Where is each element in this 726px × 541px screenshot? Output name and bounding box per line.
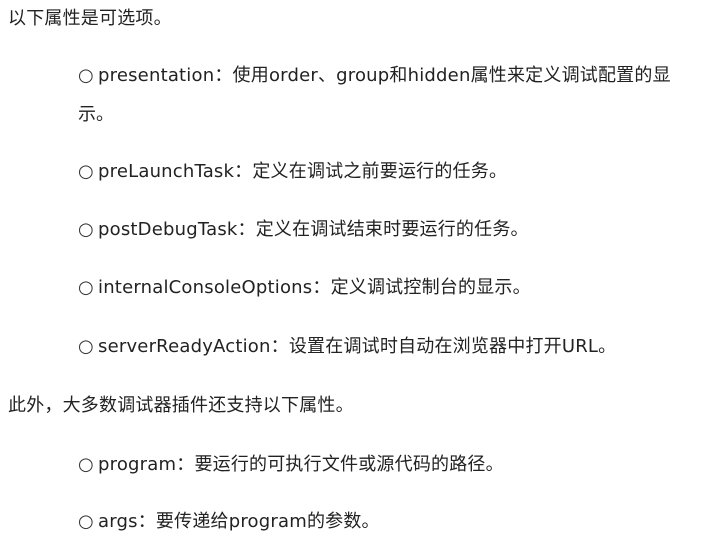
option-description: 定义调试控制台的显示。 (330, 277, 531, 298)
list-item-serverreadyaction: ○ serverReadyAction：设置在调试时自动在浏览器中打开URL。 (78, 335, 616, 359)
bullet-circle-icon: ○ (78, 219, 94, 240)
separator: ： (137, 511, 156, 532)
option-description: 要运行的可执行文件或源代码的路径。 (194, 454, 504, 475)
separator: ： (312, 277, 331, 298)
bullet-circle-icon: ○ (78, 511, 94, 532)
option-key: program (98, 454, 177, 475)
option-description: 定义在调试结束时要运行的任务。 (255, 219, 529, 240)
bullet-circle-icon: ○ (78, 454, 94, 475)
option-description: 设置在调试时自动在浏览器中打开URL。 (288, 336, 617, 357)
option-key: presentation (98, 65, 215, 86)
option-key: serverReadyAction (98, 336, 271, 357)
option-description: 要传递给program的参数。 (155, 511, 380, 532)
separator: ： (176, 454, 195, 475)
option-key: preLaunchTask (98, 161, 235, 182)
bullet-circle-icon: ○ (78, 336, 94, 357)
option-description: 定义在调试之前要运行的任务。 (252, 161, 508, 182)
list-item-postdebugtask: ○ postDebugTask：定义在调试结束时要运行的任务。 (78, 218, 529, 242)
list-item-prelaunchtask: ○ preLaunchTask：定义在调试之前要运行的任务。 (78, 160, 507, 184)
list-item-internalconsoleoptions: ○ internalConsoleOptions：定义调试控制台的显示。 (78, 276, 531, 300)
separator: ： (214, 65, 233, 86)
bullet-circle-icon: ○ (78, 277, 94, 298)
bullet-circle-icon: ○ (78, 65, 94, 86)
list-item-args: ○ args：要传递给program的参数。 (78, 510, 380, 534)
list-item-presentation-continuation: 示。 (78, 104, 114, 125)
bullet-circle-icon: ○ (78, 161, 94, 182)
option-key: postDebugTask (98, 219, 238, 240)
option-description: 使用order、group和hidden属性来定义调试配置的显 (232, 65, 671, 86)
option-key: internalConsoleOptions (98, 277, 313, 298)
separator: ： (270, 336, 289, 357)
option-key: args (98, 511, 138, 532)
middle-paragraph: 此外，大多数调试器插件还支持以下属性。 (8, 395, 354, 416)
separator: ： (234, 161, 253, 182)
separator: ： (237, 219, 256, 240)
list-item-presentation: ○ presentation：使用order、group和hidden属性来定义调… (78, 64, 671, 88)
list-item-program: ○ program：要运行的可执行文件或源代码的路径。 (78, 453, 504, 477)
document-body: 以下属性是可选项。 ○ presentation：使用order、group和hi… (0, 0, 726, 541)
intro-paragraph: 以下属性是可选项。 (8, 8, 172, 29)
